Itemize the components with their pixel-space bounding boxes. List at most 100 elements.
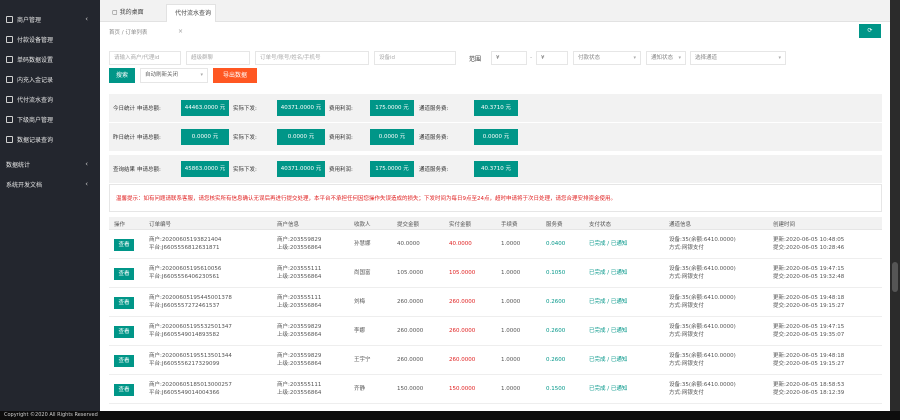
range-dash: - bbox=[530, 54, 533, 61]
notify-status-select[interactable]: 通知状态 ▾ bbox=[646, 51, 686, 65]
order-platform-no: 平台:J6605556406230561 bbox=[149, 274, 220, 280]
stat-label: 实际下发: bbox=[233, 167, 257, 173]
fee: 1.0000 bbox=[501, 328, 521, 334]
home-icon: ▢ bbox=[112, 9, 118, 16]
tab-my-desktop[interactable]: ▢ 我的桌面 bbox=[106, 4, 162, 22]
sidebar-item-label: 系统开发文档 bbox=[6, 181, 43, 189]
merchant-id: 商户:203559829 bbox=[277, 353, 322, 359]
payee-name: 王宇宁 bbox=[354, 357, 371, 363]
updated-time: 更新:2020-06-05 18:58:53 bbox=[773, 382, 845, 388]
parent-merchant-id: 上级:203556864 bbox=[277, 332, 322, 338]
service-fee: 0.0400 bbox=[546, 241, 566, 247]
view-button[interactable]: 查看 bbox=[114, 384, 134, 396]
order-search-input[interactable]: 订单号/账号/姓名/手机号 bbox=[255, 51, 369, 65]
submitted-time: 提交:2020-06-05 19:32:48 bbox=[773, 274, 845, 280]
order-platform-no: 平台:J6605549014004366 bbox=[149, 390, 220, 396]
parent-merchant-id: 上级:203556864 bbox=[277, 390, 322, 396]
column-header: 操作 bbox=[114, 222, 126, 228]
max-amount-input[interactable]: ¥ bbox=[536, 51, 568, 65]
stat-label: 费用利润: bbox=[329, 135, 353, 141]
sidebar-item-label: 付款设备管理 bbox=[17, 36, 54, 44]
table-row: 查看 商户:20200605195610056 平台:J66055564062305… bbox=[109, 259, 882, 288]
merchant-id: 商户:203559829 bbox=[277, 237, 322, 243]
pay-status: 已完成 / 已通知 bbox=[589, 241, 628, 247]
search-button[interactable]: 搜索 bbox=[109, 68, 135, 83]
payee-name: 尚国富 bbox=[354, 270, 371, 276]
paid-amount: 150.0000 bbox=[449, 386, 476, 392]
stat-label: 申请总额: bbox=[137, 135, 161, 141]
export-button[interactable]: 导出数据 bbox=[213, 68, 257, 83]
view-button[interactable]: 查看 bbox=[114, 297, 134, 309]
chevron-left-icon: ‹ bbox=[85, 160, 88, 168]
merchant-id: 商户:203559829 bbox=[277, 324, 322, 330]
pay-status-select[interactable]: 付款状态 ▾ bbox=[573, 51, 641, 65]
submitted-time: 提交:2020-06-05 19:15:27 bbox=[773, 303, 845, 309]
sidebar-item-5[interactable]: 下级商户管理 bbox=[0, 109, 100, 129]
stat-value: 40371.0000 元 bbox=[277, 161, 325, 177]
paid-amount: 260.0000 bbox=[449, 299, 476, 305]
sidebar-item-6[interactable]: 数据记录查询 bbox=[0, 129, 100, 149]
sidebar-item-7[interactable]: 数据统计 ‹ bbox=[0, 154, 100, 174]
payee-name: 齐静 bbox=[354, 386, 366, 392]
sidebar-item-3[interactable]: 内充入金记录 bbox=[0, 69, 100, 89]
sidebar-item-4[interactable]: 代付流水查询 bbox=[0, 89, 100, 109]
updated-time: 更新:2020-06-05 19:47:15 bbox=[773, 266, 845, 272]
pay-status: 已完成 / 已通知 bbox=[589, 328, 628, 334]
sidebar-item-label: 数据记录查询 bbox=[17, 136, 54, 144]
scrollbar[interactable] bbox=[890, 0, 900, 411]
order-merchant-no: 商户:20200605195445001378 bbox=[149, 295, 232, 301]
close-icon[interactable]: × bbox=[178, 28, 183, 35]
fee: 1.0000 bbox=[501, 386, 521, 392]
channel-select[interactable]: 选择通道 ▾ bbox=[690, 51, 786, 65]
channel-device: 设备:35(余额:6410.0000) bbox=[669, 353, 736, 359]
tab-bar: ▢ 我的桌面 代付流水查询 × bbox=[100, 0, 890, 35]
sidebar-item-label: 代付流水查询 bbox=[17, 96, 54, 104]
submit-amount: 260.0000 bbox=[397, 299, 424, 305]
stat-row: 今日统计 申请总额: 44463.0000 元实际下发: 40371.0000 元费用… bbox=[109, 94, 882, 122]
order-merchant-no: 商户:20200605195513501344 bbox=[149, 353, 232, 359]
stat-row: 昨日统计 申请总额: 0.0000 元实际下发: 0.0000 元费用利润: 0.000… bbox=[109, 123, 882, 151]
view-button[interactable]: 查看 bbox=[114, 268, 134, 280]
service-fee: 0.2600 bbox=[546, 299, 566, 305]
min-amount-input[interactable]: ¥ bbox=[491, 51, 527, 65]
submitted-time: 提交:2020-06-05 10:28:46 bbox=[773, 245, 845, 251]
stat-label: 实际下发: bbox=[233, 135, 257, 141]
pay-status: 已完成 / 已通知 bbox=[589, 270, 628, 276]
scrollbar-thumb[interactable] bbox=[892, 262, 898, 292]
column-header: 收款人 bbox=[354, 222, 371, 228]
view-button[interactable]: 查看 bbox=[114, 326, 134, 338]
view-button[interactable]: 查看 bbox=[114, 355, 134, 367]
chevron-left-icon: ‹ bbox=[85, 180, 88, 188]
channel-device: 设备:35(余额:6410.0000) bbox=[669, 237, 736, 243]
sidebar-item-8[interactable]: 系统开发文档 ‹ bbox=[0, 174, 100, 194]
device-id-input[interactable]: 设备id bbox=[374, 51, 456, 65]
order-platform-no: 平台:J6605549014893582 bbox=[149, 332, 220, 338]
menu-icon bbox=[6, 115, 13, 123]
tab-payout-query[interactable]: 代付流水查询 × bbox=[166, 4, 216, 35]
parent-merchant-id: 上级:203556864 bbox=[277, 245, 322, 251]
sidebar-item-1[interactable]: 付款设备管理 bbox=[0, 29, 100, 49]
order-platform-no: 平台:J6605557272461537 bbox=[149, 303, 220, 309]
sidebar-item-2[interactable]: 单码数据设置 bbox=[0, 49, 100, 69]
stat-value: 40371.0000 元 bbox=[277, 100, 325, 116]
auto-refresh-select[interactable]: 自动刷新关闭 ▾ bbox=[140, 68, 208, 83]
refresh-button[interactable]: ⟳ bbox=[859, 24, 881, 38]
stat-label: 费用利润: bbox=[329, 106, 353, 112]
menu-icon bbox=[6, 95, 13, 103]
updated-time: 更新:2020-06-05 19:48:18 bbox=[773, 353, 845, 359]
channel-device: 设备:35(余额:6410.0000) bbox=[669, 324, 736, 330]
stat-row: 查询结果 申请总额: 45863.0000 元实际下发: 40371.0000 元费用… bbox=[109, 155, 882, 183]
merchant-id-input[interactable]: 请输入商户/代理id bbox=[109, 51, 181, 65]
menu-icon bbox=[6, 15, 13, 23]
sidebar-item-label: 内充入金记录 bbox=[17, 76, 54, 84]
stat-title: 今日统计 bbox=[113, 106, 136, 112]
device-name-input[interactable]: 超级群聊 bbox=[186, 51, 250, 65]
stat-value: 0.0000 元 bbox=[474, 129, 518, 145]
merchant-id: 商户:203555111 bbox=[277, 382, 322, 388]
channel-device: 设备:35(余额:6410.0000) bbox=[669, 266, 736, 272]
column-header: 支付状态 bbox=[589, 222, 612, 228]
menu-icon bbox=[6, 35, 13, 43]
sidebar-item-0[interactable]: 商户管理 ‹ bbox=[0, 9, 100, 29]
view-button[interactable]: 查看 bbox=[114, 239, 134, 251]
breadcrumb: 首页 / 订单列表 bbox=[109, 30, 148, 36]
